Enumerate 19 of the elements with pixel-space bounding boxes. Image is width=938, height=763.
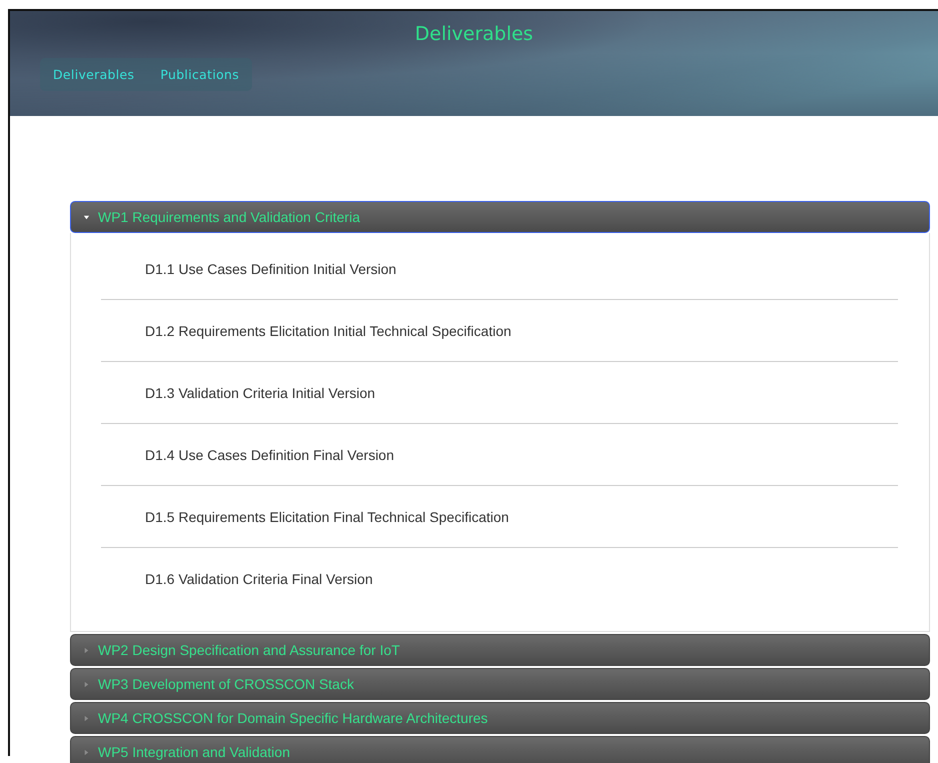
page-title: Deliverables xyxy=(414,23,534,45)
caret-icon xyxy=(83,748,90,756)
deliverable-link[interactable]: D1.6 Validation Criteria Final Version xyxy=(145,570,373,586)
caret-icon xyxy=(83,714,90,722)
caret-icon xyxy=(83,646,90,654)
deliverable-link[interactable]: D1.1 Use Cases Definition Initial Version xyxy=(145,260,396,276)
caret-icon xyxy=(83,680,90,688)
accordion-header[interactable]: WP3 Development of CROSSCON Stack xyxy=(70,668,930,700)
nav-link[interactable]: Publications xyxy=(160,67,240,82)
accordion-header[interactable]: WP4 CROSSCON for Domain Specific Hardware Architectures xyxy=(70,702,930,734)
caret-icon xyxy=(83,214,90,220)
accordion-header[interactable]: WP2 Design Specification and Assurance for IoT xyxy=(70,634,930,666)
accordion-header[interactable]: WP5 Integration and Validation xyxy=(70,736,930,763)
deliverable-link[interactable]: D1.2 Requirements Elicitation Initial Technical Specification xyxy=(145,322,512,338)
deliverable-link[interactable]: D1.4 Use Cases Definition Final Version xyxy=(145,446,394,462)
accordion-header[interactable]: WP1 Requirements and Validation Criteria xyxy=(70,201,930,233)
deliverable-link[interactable]: D1.5 Requirements Elicitation Final Technical Specification xyxy=(145,508,509,524)
nav-link[interactable]: Deliverables xyxy=(53,67,134,82)
deliverable-link[interactable]: D1.3 Validation Criteria Initial Version xyxy=(145,384,376,400)
